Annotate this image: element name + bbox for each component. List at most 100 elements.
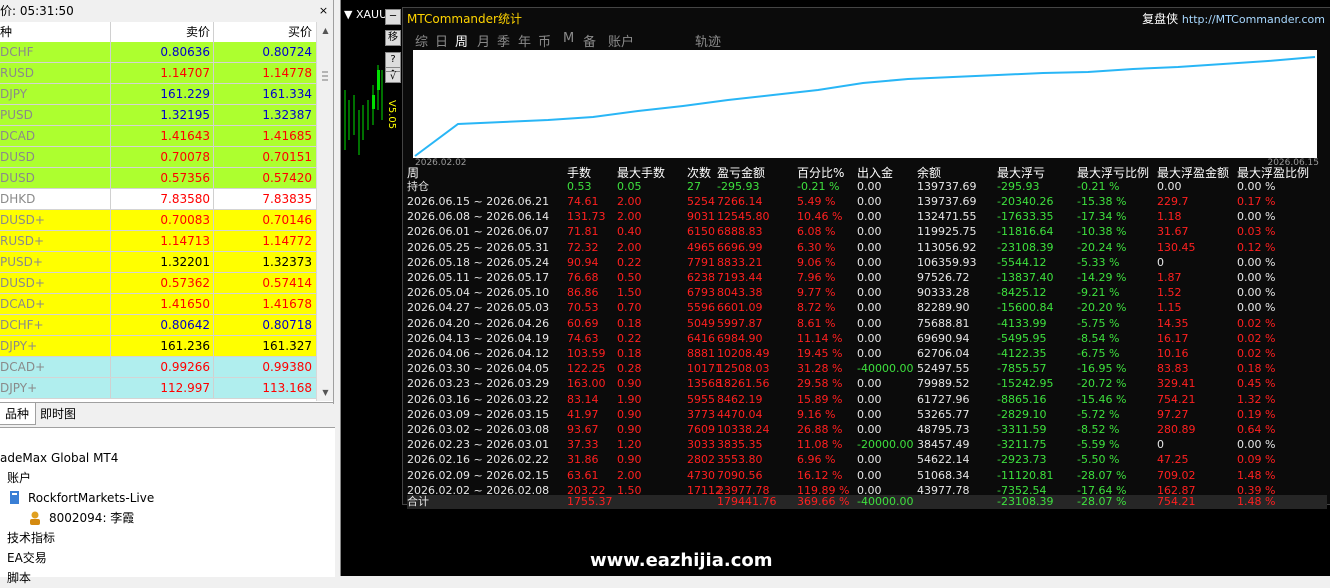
market-watch-row[interactable]: DCAD 1.41643 1.41685 — [0, 126, 316, 147]
period-tab[interactable]: 日 — [435, 31, 448, 50]
table-cell: 周 — [407, 166, 420, 180]
scroll-up-icon[interactable]: ▲ — [317, 22, 333, 39]
period-tab[interactable]: 周 — [455, 31, 468, 50]
expert-advisors-node[interactable]: EA交易 — [7, 548, 47, 568]
account-node[interactable]: 8002094: 李霞 — [49, 508, 134, 528]
market-watch-row[interactable]: DJPY 161.229 161.334 — [0, 84, 316, 105]
table-cell: 0.00 % — [1237, 210, 1276, 224]
scroll-thumb[interactable] — [319, 62, 331, 92]
ask-cell: 7.83835 — [262, 192, 312, 206]
panel-minimize-button[interactable]: ─ — [385, 9, 401, 25]
period-tab[interactable]: 月 — [477, 31, 490, 50]
table-cell: -11816.64 — [997, 225, 1054, 239]
table-cell: 0 — [1157, 255, 1164, 269]
table-cell: 2026.03.02 ~ 2026.03.08 — [407, 423, 550, 436]
table-cell: 16.17 — [1157, 331, 1189, 345]
table-cell: -15242.95 — [997, 377, 1054, 391]
table-cell: 4730 — [687, 468, 715, 482]
table-cell: 53265.77 — [917, 407, 970, 421]
scroll-down-icon[interactable]: ▼ — [317, 384, 333, 401]
table-cell: 5254 — [687, 195, 715, 208]
table-cell: 76.68 — [567, 271, 599, 284]
table-cell: 0.00 — [857, 195, 882, 208]
navigator-root[interactable]: adeMax Global MT4 — [0, 448, 118, 468]
table-cell: 16.12 % — [797, 468, 843, 482]
table-cell: 113056.92 — [917, 240, 977, 254]
table-cell: 3033 — [687, 438, 715, 452]
table-cell: -20.72 % — [1077, 377, 1127, 391]
table-cell: -20000.00 — [857, 438, 914, 452]
table-cell: 0.18 — [617, 347, 642, 360]
market-watch-row[interactable]: RUSD 1.14707 1.14778 — [0, 63, 316, 84]
market-watch-row[interactable]: RUSD+ 1.14713 1.14772 — [0, 231, 316, 252]
period-tab[interactable]: 备 — [583, 31, 596, 50]
table-cell: 2.00 — [617, 195, 642, 208]
market-watch-row[interactable]: DUSD 0.70078 0.70151 — [0, 147, 316, 168]
table-cell: -4133.99 — [997, 316, 1047, 330]
brand-url-link[interactable]: http://MTCommander.com — [1182, 13, 1325, 26]
market-watch-row[interactable]: DUSD+ 0.57362 0.57414 — [0, 273, 316, 294]
market-watch-row[interactable]: DCHF+ 0.80642 0.80718 — [0, 315, 316, 336]
table-cell: 3553.80 — [717, 453, 763, 467]
table-cell: -5544.12 — [997, 255, 1047, 269]
table-cell: 6696.99 — [717, 240, 763, 254]
period-tab[interactable]: 年 — [518, 31, 531, 50]
table-cell: 2026.03.23 ~ 2026.03.29 — [407, 377, 550, 391]
market-watch-row[interactable]: DCAD+ 1.41650 1.41678 — [0, 294, 316, 315]
market-watch-row[interactable]: DJPY+ 112.997 113.168 — [0, 378, 316, 399]
table-row: 2026.06.08 ~ 2026.06.14 131.73 2.00 9031 125… — [407, 210, 1327, 224]
scripts-node[interactable]: 脚本 — [7, 568, 31, 588]
table-cell: 0.22 — [617, 255, 642, 269]
indicators-node[interactable]: 技术指标 — [7, 528, 55, 548]
ask-cell: 0.57420 — [262, 171, 312, 185]
market-watch-row[interactable]: PUSD+ 1.32201 1.32373 — [0, 252, 316, 273]
help-button[interactable]: ? — [385, 52, 401, 68]
market-watch-row[interactable]: DHKD 7.83580 7.83835 — [0, 189, 316, 210]
ask-cell: 161.334 — [262, 87, 312, 101]
watermark-text: www.eazhijia.com — [590, 550, 773, 571]
ask-cell: 1.32373 — [262, 255, 312, 269]
table-cell: -28.07 % — [1077, 468, 1127, 482]
table-cell: 2026.04.27 ~ 2026.05.03 — [407, 301, 550, 315]
market-watch-scrollbar[interactable]: ▲ ▼ — [316, 22, 333, 401]
table-cell: 329.41 — [1157, 377, 1196, 391]
period-tab[interactable]: 综 — [415, 31, 428, 50]
market-watch-row[interactable]: DCAD+ 0.99266 0.99380 — [0, 357, 316, 378]
symbol-column-header[interactable]: 种 — [0, 22, 111, 42]
table-cell: 0 — [1157, 438, 1164, 452]
move-button[interactable]: 移 — [385, 30, 401, 46]
period-tab[interactable]: 币 — [538, 31, 551, 50]
table-cell: 9.16 % — [797, 407, 836, 421]
chart-symbol: XAUU — [355, 8, 388, 21]
table-row: 2026.05.25 ~ 2026.05.31 72.32 2.00 4965 6696… — [407, 241, 1327, 255]
market-watch-row[interactable]: PUSD 1.32195 1.32387 — [0, 105, 316, 126]
market-watch-row[interactable]: DCHF 0.80636 0.80724 — [0, 42, 316, 63]
market-watch-row[interactable]: DJPY+ 161.236 161.327 — [0, 336, 316, 357]
table-cell: 93.67 — [567, 423, 599, 436]
accounts-node[interactable]: 账户 — [7, 468, 31, 488]
market-watch-row[interactable]: DUSD+ 0.70083 0.70146 — [0, 210, 316, 231]
close-icon[interactable]: × — [318, 5, 329, 16]
table-cell: 0.00 — [857, 255, 882, 269]
server-node[interactable]: RockfortMarkets-Live — [28, 488, 154, 508]
table-cell: 7266.14 — [717, 195, 763, 208]
period-tab[interactable]: 季 — [497, 31, 510, 50]
tab-symbols[interactable]: 品种 — [0, 403, 37, 425]
market-watch-title-bar: 价: 05:31:50 × — [0, 0, 333, 23]
table-cell: 8881 — [687, 347, 715, 360]
period-tab[interactable]: 轨迹 — [695, 31, 721, 50]
period-tab[interactable]: 账户 — [608, 31, 634, 50]
dropdown-icon[interactable]: ▼ — [344, 8, 352, 21]
market-watch-row[interactable]: DUSD 0.57356 0.57420 — [0, 168, 316, 189]
period-tab[interactable]: M — [563, 31, 574, 46]
bid-column-header[interactable]: 卖价 — [111, 22, 214, 42]
tab-tick-chart[interactable]: 即时图 — [34, 403, 82, 425]
ask-column-header[interactable]: 买价 — [214, 22, 316, 42]
table-cell: 90.94 — [567, 255, 599, 269]
table-cell: 0.00 — [857, 331, 882, 345]
table-cell: 106359.93 — [917, 255, 977, 269]
check-button[interactable]: √ — [385, 71, 401, 83]
bid-cell: 1.14707 — [111, 63, 214, 83]
table-cell: 7791 — [687, 255, 715, 269]
table-cell: -15.38 % — [1077, 195, 1127, 208]
